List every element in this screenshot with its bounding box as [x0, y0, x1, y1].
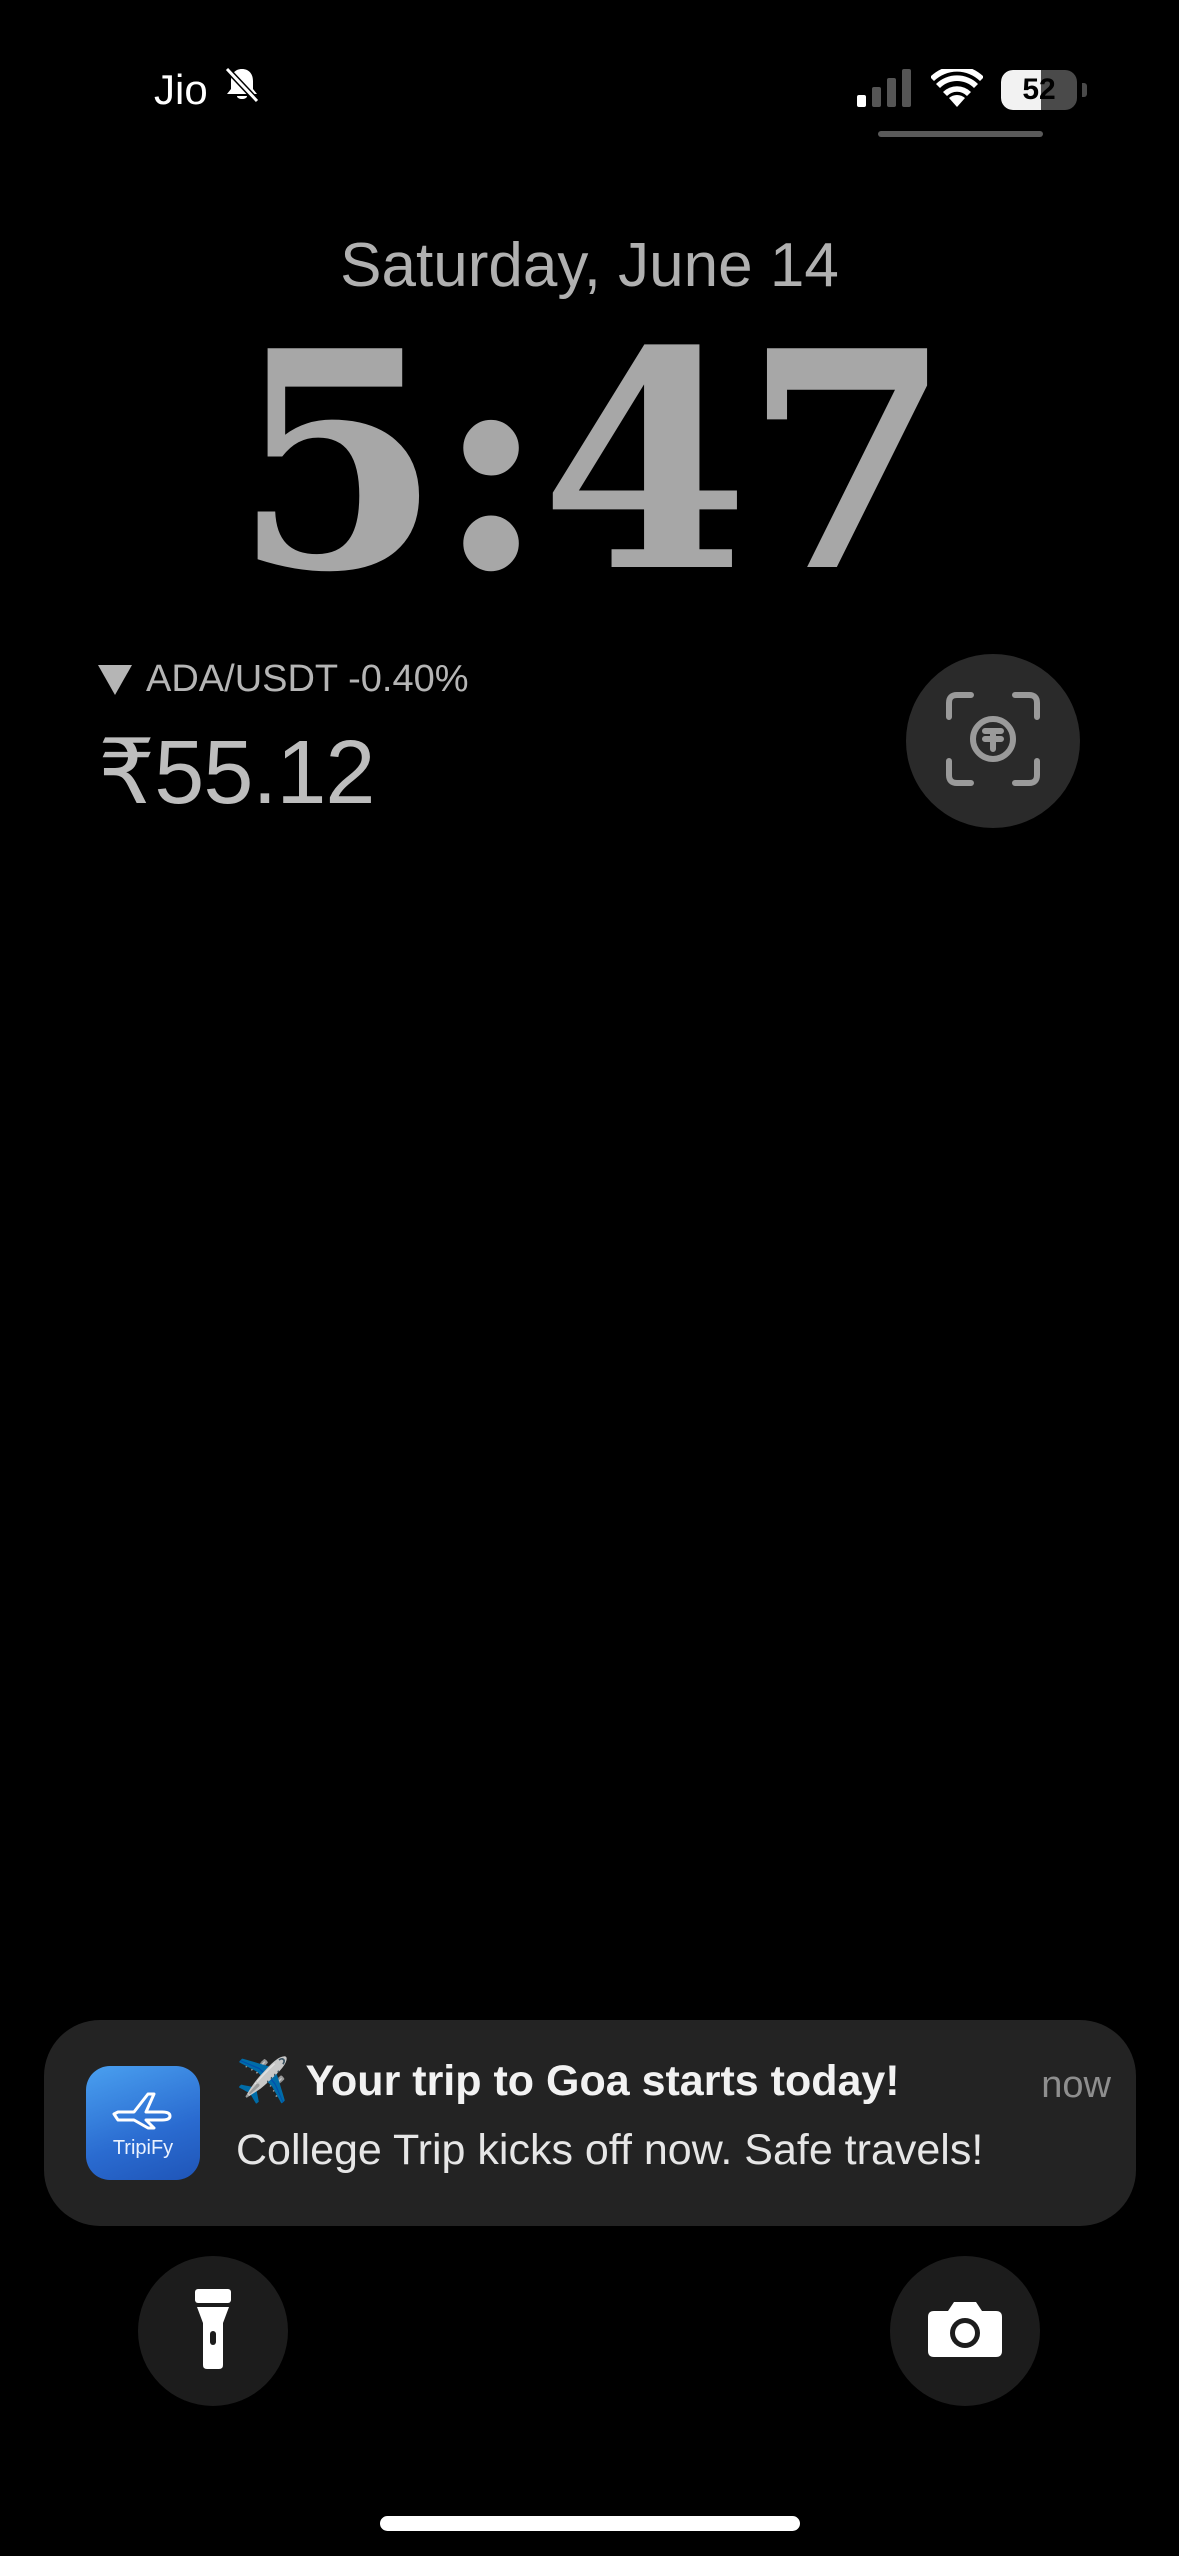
- notification-body: College Trip kicks off now. Safe travels…: [236, 2126, 984, 2174]
- down-triangle-icon: [98, 664, 132, 695]
- home-indicator[interactable]: [380, 2516, 800, 2531]
- notification-title: Your trip to Goa starts today!: [305, 2056, 900, 2105]
- scan-payment-widget[interactable]: [906, 654, 1080, 828]
- notification-title-row: ✈️ Your trip to Goa starts today!: [236, 2056, 966, 2106]
- notification-emoji: ✈️: [236, 2056, 290, 2106]
- carrier-status: Jio: [154, 62, 262, 118]
- crypto-price[interactable]: ₹55.12: [98, 720, 375, 825]
- battery-level: 52: [1022, 73, 1056, 106]
- camera-button[interactable]: [890, 2256, 1040, 2406]
- notification-center-indicator[interactable]: [878, 131, 1043, 137]
- status-icons: 52: [857, 62, 1087, 118]
- bell-slash-icon: [222, 65, 262, 115]
- battery-icon: 52: [1001, 70, 1087, 110]
- camera-icon: [926, 2299, 1004, 2364]
- cellular-signal-icon: [857, 68, 913, 112]
- scan-payment-icon: [945, 691, 1041, 792]
- app-icon-tripify: TripiFy: [86, 2066, 200, 2180]
- crypto-pair: ADA/USDT: [146, 658, 339, 700]
- wifi-icon: [930, 65, 984, 112]
- crypto-change: -0.40%: [348, 658, 469, 700]
- flashlight-icon: [193, 2287, 233, 2376]
- airplane-icon: [112, 2086, 174, 2135]
- flashlight-button[interactable]: [138, 2256, 288, 2406]
- notification-time: now: [1041, 2064, 1111, 2106]
- lock-clock[interactable]: 5:47: [0, 312, 1179, 612]
- notification-card[interactable]: [44, 2020, 1136, 2226]
- app-icon-label: TripiFy: [112, 2137, 174, 2159]
- crypto-ticker-widget[interactable]: ADA/USDT -0.40%: [98, 658, 469, 701]
- carrier-name: Jio: [154, 66, 208, 113]
